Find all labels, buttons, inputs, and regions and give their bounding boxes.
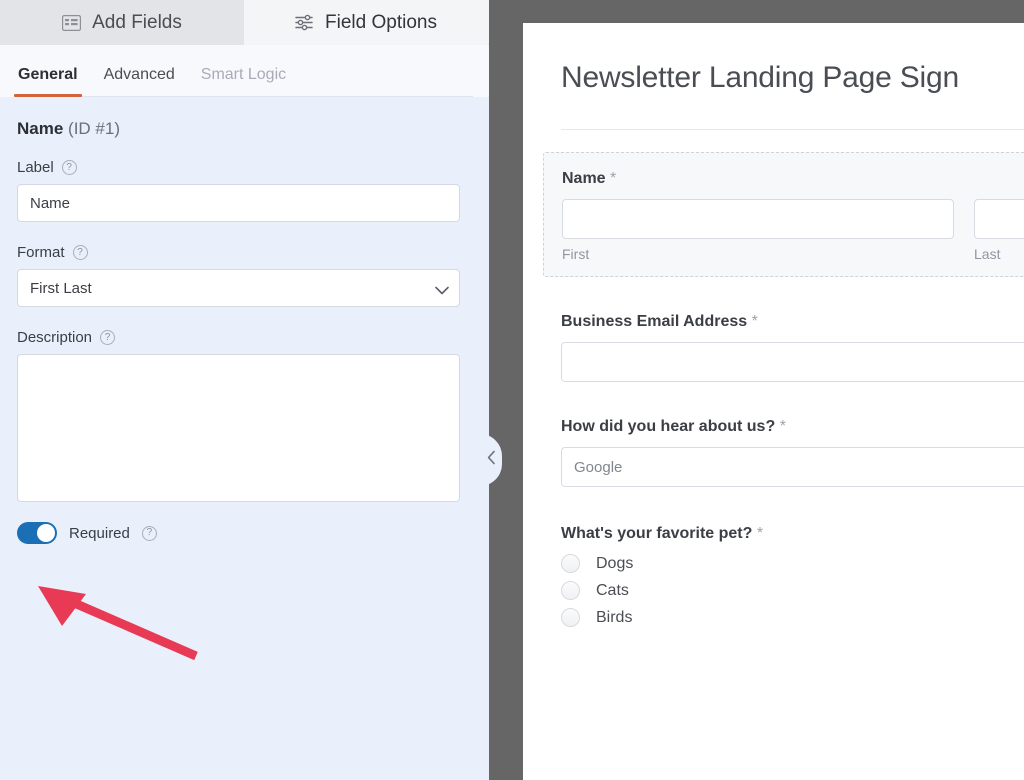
pet-radio-group: Dogs Cats Birds bbox=[561, 554, 1024, 627]
form-builder-screen: Add Fields Field Options General Advance… bbox=[0, 0, 1024, 780]
tab-field-options[interactable]: Field Options bbox=[244, 0, 488, 45]
radio-option-dogs[interactable]: Dogs bbox=[561, 554, 1024, 573]
required-asterisk: * bbox=[610, 170, 617, 187]
preview-field-name-label: Name * bbox=[562, 170, 1024, 188]
subtab-smart-logic-label: Smart Logic bbox=[200, 66, 287, 83]
name-first-col: First bbox=[562, 199, 954, 262]
required-toggle[interactable] bbox=[17, 522, 57, 544]
radio-circle-icon bbox=[561, 554, 580, 573]
last-name-caption: Last bbox=[974, 246, 1001, 262]
help-icon-required[interactable]: ? bbox=[141, 525, 157, 541]
subtab-advanced[interactable]: Advanced bbox=[102, 66, 177, 96]
required-asterisk: * bbox=[779, 418, 786, 435]
tab-field-options-label: Field Options bbox=[325, 11, 437, 33]
tab-add-fields[interactable]: Add Fields bbox=[0, 0, 244, 45]
subtab-advanced-label: Advanced bbox=[103, 66, 175, 83]
field-id-text: (ID #1) bbox=[68, 119, 121, 138]
radio-option-birds[interactable]: Birds bbox=[561, 608, 1024, 627]
label-input-value: Name bbox=[30, 194, 71, 212]
radio-label: Cats bbox=[596, 581, 629, 599]
format-select[interactable]: First Last bbox=[17, 269, 460, 307]
list-fields-icon bbox=[62, 14, 82, 31]
description-text: Description bbox=[17, 329, 93, 346]
chevron-left-icon bbox=[487, 450, 496, 470]
title-divider bbox=[561, 129, 1024, 130]
required-asterisk: * bbox=[751, 313, 758, 330]
field-options-form: Name (ID #1) Label ? Name Format ? First… bbox=[0, 97, 489, 544]
format-select-value: First Last bbox=[30, 279, 92, 297]
preview-label-text: Business Email Address bbox=[561, 313, 748, 330]
radio-circle-icon bbox=[561, 608, 580, 627]
radio-circle-icon bbox=[561, 581, 580, 600]
radio-label: Dogs bbox=[596, 554, 634, 572]
toggle-knob bbox=[37, 524, 55, 542]
first-name-caption: First bbox=[562, 246, 590, 262]
format-text: Format bbox=[17, 244, 65, 261]
preview-field-name[interactable]: Name * First Last bbox=[543, 152, 1024, 277]
subtab-general[interactable]: General bbox=[14, 66, 82, 97]
preview-label-text: How did you hear about us? bbox=[561, 418, 776, 435]
required-asterisk: * bbox=[756, 525, 764, 542]
format-field-label: Format ? bbox=[17, 244, 472, 261]
field-name-heading: Name bbox=[17, 119, 64, 138]
label-field-label: Label ? bbox=[17, 159, 472, 176]
label-text: Label bbox=[17, 159, 54, 176]
preview-label-text: Name bbox=[562, 170, 606, 187]
field-options-subtabs: General Advanced Smart Logic bbox=[0, 45, 489, 97]
preview-field-hear-about-us[interactable]: How did you hear about us? * Google bbox=[561, 418, 1024, 487]
preview-label-text: What's your favorite pet? bbox=[561, 525, 753, 542]
page-title: Name (ID #1) bbox=[17, 119, 472, 139]
form-preview-card: Newsletter Landing Page Sign Name * Firs… bbox=[523, 23, 1024, 780]
subtab-smart-logic[interactable]: Smart Logic bbox=[199, 66, 288, 96]
preview-field-pet-label: What's your favorite pet? * bbox=[561, 525, 1024, 543]
hear-about-us-select[interactable]: Google bbox=[561, 447, 1024, 487]
field-options-panel: Add Fields Field Options General Advance… bbox=[0, 0, 489, 780]
preview-field-email-label: Business Email Address * bbox=[561, 313, 1024, 331]
hear-about-us-value: Google bbox=[574, 458, 623, 476]
chevron-down-icon bbox=[435, 282, 449, 295]
subtab-general-label: General bbox=[18, 66, 78, 83]
required-row: Required ? bbox=[17, 522, 472, 544]
name-last-col: Last bbox=[974, 199, 1024, 262]
email-input[interactable] bbox=[561, 342, 1024, 382]
preview-field-hear-label: How did you hear about us? * bbox=[561, 418, 1024, 436]
help-icon-label[interactable]: ? bbox=[61, 160, 77, 175]
form-preview-area: Newsletter Landing Page Sign Name * Firs… bbox=[489, 0, 1024, 780]
description-textarea[interactable] bbox=[17, 354, 460, 502]
description-field-label: Description ? bbox=[17, 329, 472, 346]
last-name-input[interactable] bbox=[974, 199, 1024, 239]
form-title: Newsletter Landing Page Sign bbox=[561, 61, 959, 94]
name-subfields: First Last bbox=[562, 199, 1024, 262]
builder-primary-tabs: Add Fields Field Options bbox=[0, 0, 489, 45]
label-input[interactable]: Name bbox=[17, 184, 460, 222]
required-toggle-label: Required bbox=[69, 524, 130, 542]
preview-field-favorite-pet[interactable]: What's your favorite pet? * Dogs Cats Bi… bbox=[561, 525, 1024, 627]
help-icon-description[interactable]: ? bbox=[100, 330, 116, 345]
tab-add-fields-label: Add Fields bbox=[92, 11, 182, 33]
radio-option-cats[interactable]: Cats bbox=[561, 581, 1024, 600]
sliders-icon bbox=[295, 14, 314, 31]
first-name-input[interactable] bbox=[562, 199, 954, 239]
preview-field-email[interactable]: Business Email Address * bbox=[561, 313, 1024, 382]
help-icon-format[interactable]: ? bbox=[72, 245, 88, 260]
radio-label: Birds bbox=[596, 608, 633, 626]
